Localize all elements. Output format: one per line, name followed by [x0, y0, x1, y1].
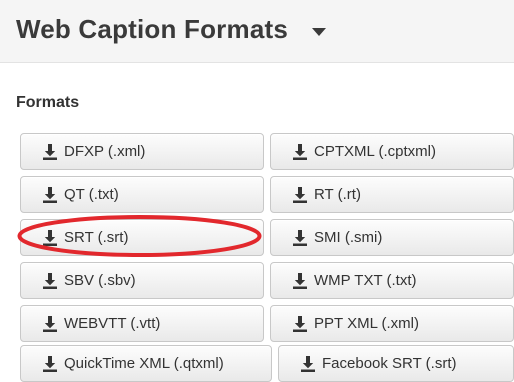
download-sbv-button[interactable]: SBV (.sbv): [20, 262, 264, 299]
page-header: Web Caption Formats: [0, 0, 514, 63]
download-facebook-srt-button[interactable]: Facebook SRT (.srt): [278, 345, 514, 382]
download-quicktime-xml-button[interactable]: QuickTime XML (.qtxml): [20, 345, 272, 382]
download-rt-button[interactable]: RT (.rt): [270, 176, 514, 213]
download-qt-button[interactable]: QT (.txt): [20, 176, 264, 213]
download-icon: [43, 315, 57, 332]
page-title[interactable]: Web Caption Formats: [16, 14, 288, 45]
caret-down-icon[interactable]: [312, 28, 326, 36]
button-label: RT (.rt): [314, 186, 361, 203]
download-icon: [43, 186, 57, 203]
download-icon: [43, 355, 57, 372]
button-label: PPT XML (.xml): [314, 315, 420, 332]
download-icon: [293, 315, 307, 332]
download-cptxml-button[interactable]: CPTXML (.cptxml): [270, 133, 514, 170]
download-icon: [43, 229, 57, 246]
download-icon: [43, 143, 57, 160]
button-label: QuickTime XML (.qtxml): [64, 355, 224, 372]
button-label: SBV (.sbv): [64, 272, 136, 289]
download-icon: [293, 186, 307, 203]
button-label: DFXP (.xml): [64, 143, 146, 160]
button-label: CPTXML (.cptxml): [314, 143, 436, 160]
download-icon: [293, 143, 307, 160]
download-icon: [43, 272, 57, 289]
button-label: SMI (.smi): [314, 229, 383, 246]
download-srt-button[interactable]: SRT (.srt): [20, 219, 264, 256]
button-label: WMP TXT (.txt): [314, 272, 417, 289]
download-webvtt-button[interactable]: WEBVTT (.vtt): [20, 305, 264, 342]
download-wmp-txt-button[interactable]: WMP TXT (.txt): [270, 262, 514, 299]
download-icon: [301, 355, 315, 372]
download-smi-button[interactable]: SMI (.smi): [270, 219, 514, 256]
button-label: Facebook SRT (.srt): [322, 355, 457, 372]
button-label: WEBVTT (.vtt): [64, 315, 161, 332]
download-icon: [293, 272, 307, 289]
button-label: SRT (.srt): [64, 229, 129, 246]
download-dfxp-button[interactable]: DFXP (.xml): [20, 133, 264, 170]
download-ppt-xml-button[interactable]: PPT XML (.xml): [270, 305, 514, 342]
formats-heading: Formats: [16, 94, 80, 111]
download-icon: [293, 229, 307, 246]
button-label: QT (.txt): [64, 186, 119, 203]
